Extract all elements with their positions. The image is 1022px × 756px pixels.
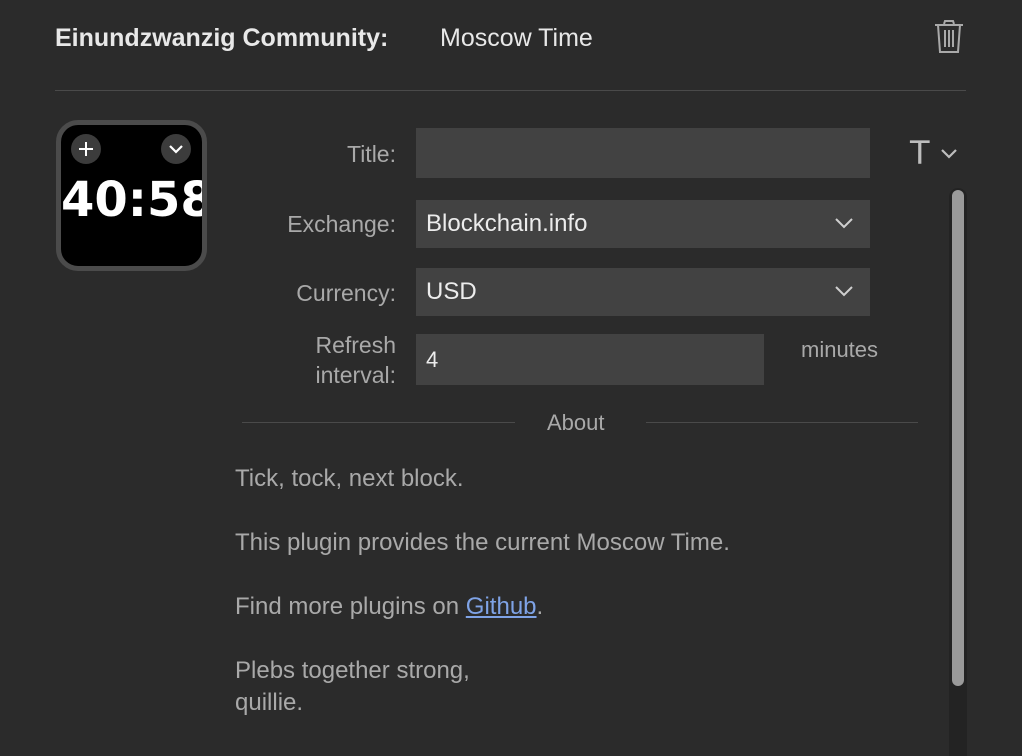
exchange-select[interactable]: Blockchain.info [416, 200, 870, 248]
plus-icon[interactable] [71, 134, 101, 164]
about-line-3-suffix: . [536, 593, 544, 620]
title-input[interactable] [416, 128, 870, 178]
title-label: Title: [347, 141, 396, 167]
font-icon: T [910, 134, 930, 172]
currency-value: USD [426, 278, 477, 305]
currency-label: Currency: [296, 280, 396, 306]
chevron-down-icon [940, 148, 957, 159]
action-name: Moscow Time [440, 24, 593, 52]
trash-icon[interactable] [933, 20, 965, 54]
about-line-3: Find more plugins on Github. [235, 593, 543, 621]
header-divider [55, 90, 966, 91]
property-inspector: Einundzwanzig Community: Moscow Time 40:… [0, 0, 1022, 756]
currency-select[interactable]: USD [416, 268, 870, 316]
chevron-down-icon[interactable] [161, 134, 191, 164]
about-line-3-prefix: Find more plugins on [235, 593, 466, 620]
about-divider-right [646, 422, 918, 423]
plugin-name: Einundzwanzig Community: [55, 23, 389, 52]
about-heading: About [547, 410, 605, 435]
scrollbar-thumb[interactable] [952, 190, 964, 686]
chevron-down-icon [835, 218, 853, 229]
exchange-value: Blockchain.info [426, 210, 588, 237]
chevron-down-icon [835, 286, 853, 297]
refresh-label-line2: interval: [315, 362, 396, 388]
about-line-4b: quillie. [235, 689, 304, 716]
key-preview[interactable]: 40:58 [56, 120, 207, 271]
about-line-4a: Plebs together strong, [235, 657, 470, 684]
refresh-label-line1: Refresh [315, 332, 396, 358]
header: Einundzwanzig Community: Moscow Time [55, 20, 593, 56]
about-line-2: This plugin provides the current Moscow … [235, 529, 730, 556]
refresh-unit: minutes [801, 337, 879, 362]
scrollbar[interactable] [949, 188, 967, 756]
refresh-interval-input[interactable]: 4 [416, 334, 764, 385]
about-line-1: Tick, tock, next block. [235, 465, 464, 492]
exchange-label: Exchange: [287, 211, 396, 237]
github-link[interactable]: Github [466, 593, 537, 620]
font-settings-button[interactable]: T [910, 133, 958, 173]
key-display-text: 40:58 [61, 172, 207, 228]
about-divider-left [242, 422, 515, 423]
